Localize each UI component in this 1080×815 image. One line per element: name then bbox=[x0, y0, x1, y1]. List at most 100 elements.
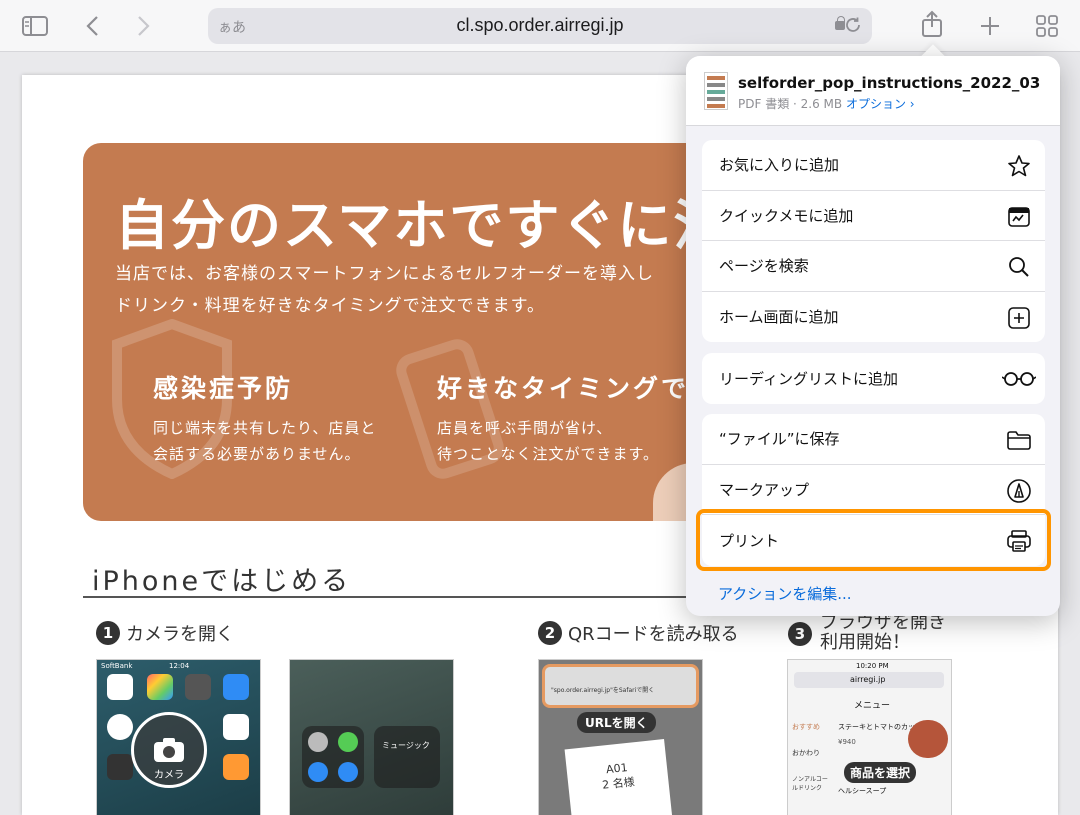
books-app-icon bbox=[223, 754, 249, 780]
control-center-image: ミュージック bbox=[289, 659, 454, 815]
print-highlight-frame bbox=[696, 509, 1051, 571]
options-link[interactable]: オプション › bbox=[846, 97, 915, 111]
add-to-home-screen-action[interactable]: ホーム画面に追加 bbox=[702, 292, 1045, 343]
reminders-app-icon bbox=[223, 714, 249, 740]
search-icon bbox=[1005, 253, 1033, 281]
quick-note-icon bbox=[1005, 203, 1033, 231]
category-nonalcohol: ノンアルコールドリンク bbox=[792, 776, 828, 792]
hero-banner: 自分のスマホですぐに注 当店では、お客様のスマートフォンによるセルフオーダーを導… bbox=[83, 143, 723, 521]
table-card: A01 2 名様 bbox=[564, 739, 674, 815]
bluetooth-icon bbox=[338, 762, 358, 782]
menu-heading: メニュー bbox=[854, 701, 891, 711]
airplane-icon bbox=[308, 732, 328, 752]
step-2-label: QRコードを読み取る bbox=[568, 624, 739, 645]
camera-label: カメラ bbox=[154, 770, 184, 781]
menu-time: 10:20 PM bbox=[856, 662, 889, 670]
add-to-favorites-action[interactable]: お気に入りに追加 bbox=[702, 140, 1045, 191]
section-title: iPhoneではじめる bbox=[92, 566, 352, 597]
browser-toolbar: ぁあ cl.spo.order.airregi.jp bbox=[0, 0, 1080, 52]
food-image bbox=[908, 720, 948, 758]
safari-notification: "spo.order.airregi.jp"をSafariで開く bbox=[542, 664, 699, 708]
save-to-files-action[interactable]: “ファイル”に保存 bbox=[702, 414, 1045, 465]
menu-domain: airregi.jp bbox=[850, 675, 886, 684]
step-3-line1: ブラウザを開き bbox=[820, 612, 946, 633]
hero-title: 自分のスマホですぐに注 bbox=[115, 194, 723, 257]
music-label: ミュージック bbox=[382, 741, 430, 750]
action-label: ホーム画面に追加 bbox=[719, 308, 839, 327]
sidebar-icon[interactable] bbox=[21, 12, 49, 40]
add-to-reading-list-action[interactable]: リーディングリストに追加 bbox=[702, 353, 1045, 404]
camera-icon bbox=[154, 738, 184, 762]
feature2-line1: 店員を呼ぶ手間が省け、 bbox=[437, 419, 613, 437]
forward-icon[interactable] bbox=[130, 12, 158, 40]
step-1-label: カメラを開く bbox=[126, 624, 234, 645]
cellular-icon bbox=[338, 732, 358, 752]
category-refill: おかわり bbox=[792, 749, 820, 757]
reload-icon[interactable] bbox=[844, 16, 862, 38]
document-meta: PDF 書類 · 2.6 MB オプション › bbox=[738, 95, 915, 112]
share-icon[interactable] bbox=[918, 10, 946, 38]
menu-screen-image: 10:20 PM airregi.jp メニュー おすすめ おかわり ノンアルコ… bbox=[787, 659, 952, 815]
share-sheet-header: selforder_pop_instructions_2022_03 PDF 書… bbox=[686, 56, 1060, 126]
stocks-app-icon bbox=[107, 754, 133, 780]
hero-text-line1: 当店では、お客様のスマートフォンによるセルフオーダーを導入し bbox=[115, 264, 654, 284]
step-3: 3 ブラウザを開き 利用開始！ bbox=[788, 613, 946, 653]
feature1-title: 感染症予防 bbox=[153, 374, 294, 403]
step-1: 1 カメラを開く bbox=[96, 620, 234, 646]
plus-square-icon bbox=[1005, 304, 1033, 332]
edit-actions-link[interactable]: アクションを編集... bbox=[718, 583, 852, 604]
action-label: マークアップ bbox=[719, 480, 810, 499]
find-on-page-action[interactable]: ページを検索 bbox=[702, 241, 1045, 292]
select-item-pill: 商品を選択 bbox=[844, 762, 917, 783]
item2-name: ヘルシースープ bbox=[838, 787, 887, 795]
tab-overview-icon[interactable] bbox=[1033, 12, 1061, 40]
action-label: ページを検索 bbox=[719, 257, 809, 276]
clock-app-icon bbox=[107, 714, 133, 740]
home-screen-image: SoftBank 12:04 カメラ bbox=[96, 659, 261, 815]
feature1-line1: 同じ端末を共有したり、店員と bbox=[153, 419, 377, 437]
wifi-icon bbox=[308, 762, 328, 782]
step-3-number: 3 bbox=[788, 622, 812, 646]
feature1-line2: 会話する必要がありません。 bbox=[153, 445, 361, 463]
new-tab-icon[interactable] bbox=[976, 12, 1004, 40]
calendar-app-icon bbox=[107, 674, 133, 700]
document-type-size: PDF 書類 · 2.6 MB bbox=[738, 97, 843, 111]
action-label: リーディングリストに追加 bbox=[719, 369, 898, 388]
add-to-quick-note-action[interactable]: クイックメモに追加 bbox=[702, 191, 1045, 241]
category-recommended: おすすめ bbox=[792, 723, 820, 731]
url-text: cl.spo.order.airregi.jp bbox=[456, 15, 624, 35]
glasses-icon bbox=[1001, 365, 1037, 393]
markup-action[interactable]: マークアップ bbox=[702, 465, 1045, 515]
connectivity-panel bbox=[302, 726, 364, 788]
markup-icon bbox=[1005, 477, 1033, 505]
address-bar[interactable]: ぁあ cl.spo.order.airregi.jp bbox=[208, 8, 872, 44]
feature2-line2: 待つことなく注文ができます。 bbox=[437, 445, 660, 463]
time-text: 12:04 bbox=[169, 662, 190, 670]
camera-app-icon bbox=[185, 674, 211, 700]
action-label: お気に入りに追加 bbox=[719, 156, 840, 175]
open-url-pill: URLを開く bbox=[577, 712, 656, 733]
photos-app-icon bbox=[147, 674, 173, 700]
step-2-number: 2 bbox=[538, 621, 562, 645]
document-title: selforder_pop_instructions_2022_03 bbox=[738, 74, 1041, 92]
action-group-1: お気に入りに追加 クイックメモに追加 ページを検索 ホーム画面に追加 bbox=[702, 140, 1045, 342]
action-label: クイックメモに追加 bbox=[719, 206, 854, 225]
action-group-2: リーディングリストに追加 bbox=[702, 353, 1045, 404]
qr-scan-image: "spo.order.airregi.jp"をSafariで開く URLを開く … bbox=[538, 659, 703, 815]
feature2-title: 好きなタイミングで bbox=[437, 374, 690, 403]
notification-text: "spo.order.airregi.jp"をSafariで開く bbox=[551, 687, 655, 694]
folder-icon bbox=[1005, 426, 1033, 454]
step-1-number: 1 bbox=[96, 621, 120, 645]
step-3-line2: 利用開始！ bbox=[820, 632, 910, 653]
document-thumbnail bbox=[704, 72, 728, 110]
music-panel: ミュージック bbox=[374, 726, 440, 788]
step-2: 2 QRコードを読み取る bbox=[538, 620, 739, 646]
mail-app-icon bbox=[223, 674, 249, 700]
carrier-text: SoftBank bbox=[101, 662, 133, 670]
back-icon[interactable] bbox=[78, 12, 106, 40]
mini-address-bar: airregi.jp bbox=[794, 672, 944, 688]
hero-text-line2: ドリンク・料理を好きなタイミングで注文できます。 bbox=[115, 296, 545, 316]
star-icon bbox=[1005, 152, 1033, 180]
action-label: “ファイル”に保存 bbox=[719, 430, 840, 449]
item1-price: ¥940 bbox=[838, 738, 856, 746]
